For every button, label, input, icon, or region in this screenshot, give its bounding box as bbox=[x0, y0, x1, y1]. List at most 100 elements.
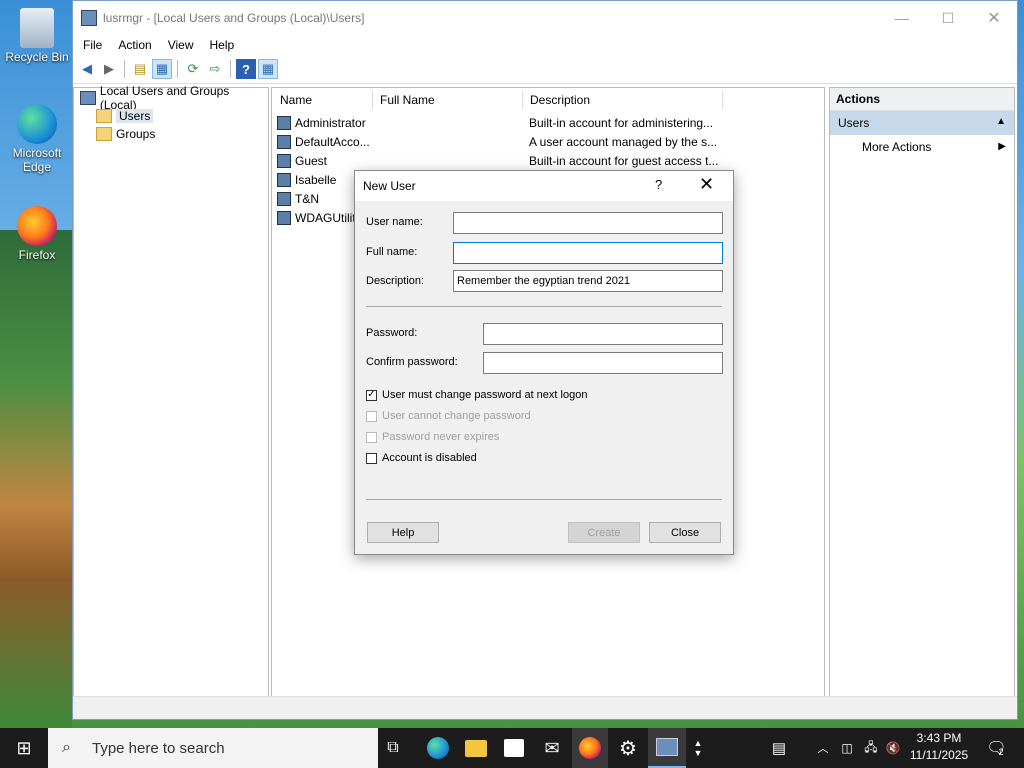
checkbox-box[interactable] bbox=[366, 452, 377, 464]
user-icon bbox=[277, 172, 291, 187]
close-dialog-button[interactable]: Close bbox=[649, 522, 721, 543]
fullname-input[interactable] bbox=[453, 242, 723, 264]
tree-item-groups[interactable]: Groups bbox=[74, 125, 268, 143]
edge-icon bbox=[17, 104, 57, 144]
title-bar[interactable]: lusrmgr - [Local Users and Groups (Local… bbox=[73, 1, 1017, 35]
dialog-divider bbox=[366, 306, 722, 307]
back-arrow-icon[interactable]: ◀ bbox=[77, 59, 97, 79]
edge-taskbar-icon[interactable] bbox=[420, 728, 456, 768]
firefox-taskbar-icon[interactable] bbox=[572, 728, 608, 768]
store-icon[interactable] bbox=[496, 728, 532, 768]
show-hide-tree-icon[interactable]: ▦ bbox=[152, 59, 172, 79]
mail-icon[interactable]: ✉ bbox=[534, 728, 570, 768]
user-description: A user account managed by the s... bbox=[529, 134, 718, 149]
close-button[interactable]: ✕ bbox=[971, 1, 1017, 35]
account-disabled-checkbox[interactable]: Account is disabled bbox=[366, 452, 477, 464]
clock-date: 11/11/2025 bbox=[909, 748, 969, 762]
meet-now-icon[interactable]: ◫ bbox=[836, 728, 858, 768]
dialog-title-bar[interactable]: New User ? ✕ bbox=[355, 171, 733, 201]
checkbox-box[interactable] bbox=[366, 410, 377, 422]
desktop-icon-label: Firefox bbox=[18, 248, 56, 262]
column-divider[interactable] bbox=[372, 90, 373, 110]
description-input[interactable] bbox=[453, 270, 723, 292]
toolbar-separator bbox=[230, 60, 231, 78]
task-view-icon[interactable]: ⧉ bbox=[378, 728, 408, 768]
cannot-change-password-checkbox[interactable]: User cannot change password bbox=[366, 410, 531, 422]
help-icon[interactable]: ? bbox=[236, 59, 256, 79]
news-widget-icon[interactable]: ▤ bbox=[762, 728, 796, 768]
volume-muted-icon[interactable]: 🔇 bbox=[882, 728, 904, 768]
export-list-icon[interactable]: ⇨ bbox=[205, 59, 225, 79]
actions-pane: Actions Users ▲ More Actions ▶ bbox=[829, 87, 1015, 698]
column-divider[interactable] bbox=[522, 90, 523, 110]
user-name: Administrator bbox=[295, 115, 366, 130]
maximize-button[interactable]: ☐ bbox=[925, 1, 971, 35]
collapse-arrow-icon[interactable]: ▲ bbox=[996, 116, 1006, 127]
checkbox-label: Password never expires bbox=[382, 431, 500, 443]
menu-action[interactable]: Action bbox=[110, 38, 159, 52]
table-row[interactable]: Administrator Built-in account for admin… bbox=[277, 113, 817, 132]
show-hidden-icons-chevron-icon[interactable]: ︿ bbox=[812, 728, 834, 768]
user-name: DefaultAcco... bbox=[295, 134, 370, 149]
refresh-icon[interactable]: ⟳ bbox=[183, 59, 203, 79]
user-icon bbox=[277, 115, 291, 130]
action-label: More Actions bbox=[862, 140, 932, 154]
file-explorer-icon[interactable] bbox=[458, 728, 494, 768]
taskbar-scroll-arrows-icon[interactable]: ▲ ▼ bbox=[688, 728, 708, 768]
column-header-name[interactable]: Name bbox=[280, 88, 312, 112]
password-label: Password: bbox=[366, 327, 418, 339]
menu-view[interactable]: View bbox=[160, 38, 202, 52]
create-button[interactable]: Create bbox=[568, 522, 640, 543]
action-more-actions[interactable]: More Actions ▶ bbox=[830, 135, 1014, 159]
tree-item-label: Groups bbox=[116, 127, 156, 141]
tree-item-label: Local Users and Groups (Local) bbox=[99, 84, 230, 112]
checkbox-box[interactable] bbox=[366, 431, 377, 443]
menu-help[interactable]: Help bbox=[202, 38, 243, 52]
actions-group-users[interactable]: Users ▲ bbox=[830, 111, 1014, 135]
table-row[interactable]: Guest Built-in account for guest access … bbox=[277, 151, 817, 170]
close-icon[interactable]: ✕ bbox=[699, 174, 714, 195]
folder-icon bbox=[96, 109, 112, 123]
lusrmgr-taskbar-icon[interactable] bbox=[648, 728, 686, 768]
password-input[interactable] bbox=[483, 323, 723, 345]
column-header-description[interactable]: Description bbox=[530, 88, 590, 112]
start-windows-icon[interactable]: ⊞ bbox=[0, 728, 48, 768]
new-user-dialog: New User ? ✕ User name: Full name: Descr… bbox=[354, 170, 734, 555]
user-icon bbox=[277, 134, 291, 149]
forward-arrow-icon[interactable]: ▶ bbox=[99, 59, 119, 79]
must-change-password-checkbox[interactable]: ✓ User must change password at next logo… bbox=[366, 389, 587, 401]
notification-count-badge: 2 bbox=[998, 747, 1004, 757]
network-icon[interactable]: 🖧 bbox=[860, 728, 882, 768]
up-folder-icon[interactable]: ▤ bbox=[130, 59, 150, 79]
desktop-icon-recycle-bin[interactable]: Recycle Bin bbox=[4, 8, 70, 64]
console-tree: Local Users and Groups (Local) Users Gro… bbox=[73, 84, 269, 698]
checkmark-icon[interactable]: ✓ bbox=[366, 389, 377, 401]
system-clock[interactable]: 3:43 PM 11/11/2025 bbox=[904, 730, 974, 764]
help-question-icon[interactable]: ? bbox=[655, 177, 662, 192]
desktop-icon-firefox[interactable]: Firefox bbox=[4, 206, 70, 262]
actions-header: Actions bbox=[830, 88, 1014, 111]
dialog-title: New User bbox=[363, 179, 416, 193]
tree-item-root[interactable]: Local Users and Groups (Local) bbox=[74, 84, 268, 112]
settings-gear-icon[interactable]: ⚙ bbox=[610, 728, 646, 768]
minimize-button[interactable]: — bbox=[879, 1, 925, 35]
desktop-wallpaper bbox=[0, 230, 72, 730]
taskbar-search[interactable]: ⌕ Type here to search bbox=[48, 728, 378, 768]
menu-file[interactable]: File bbox=[75, 38, 110, 52]
desktop-icon-edge[interactable]: Microsoft Edge bbox=[4, 104, 70, 174]
confirm-password-input[interactable] bbox=[483, 352, 723, 374]
column-header-full-name[interactable]: Full Name bbox=[380, 88, 435, 112]
username-input[interactable] bbox=[453, 212, 723, 234]
folder-icon bbox=[96, 127, 112, 141]
notification-center-icon[interactable]: 🗨 2 bbox=[980, 728, 1010, 768]
password-never-expires-checkbox[interactable]: Password never expires bbox=[366, 431, 499, 443]
table-row[interactable]: DefaultAcco... A user account managed by… bbox=[277, 132, 817, 151]
show-action-pane-icon[interactable]: ▦ bbox=[258, 59, 278, 79]
clock-time: 3:43 PM bbox=[916, 731, 962, 745]
help-button[interactable]: Help bbox=[367, 522, 439, 543]
computer-icon bbox=[80, 91, 96, 105]
column-divider[interactable] bbox=[722, 90, 723, 110]
search-icon: ⌕ bbox=[62, 739, 71, 756]
user-icon bbox=[277, 153, 291, 168]
recycle-bin-icon bbox=[20, 8, 54, 48]
